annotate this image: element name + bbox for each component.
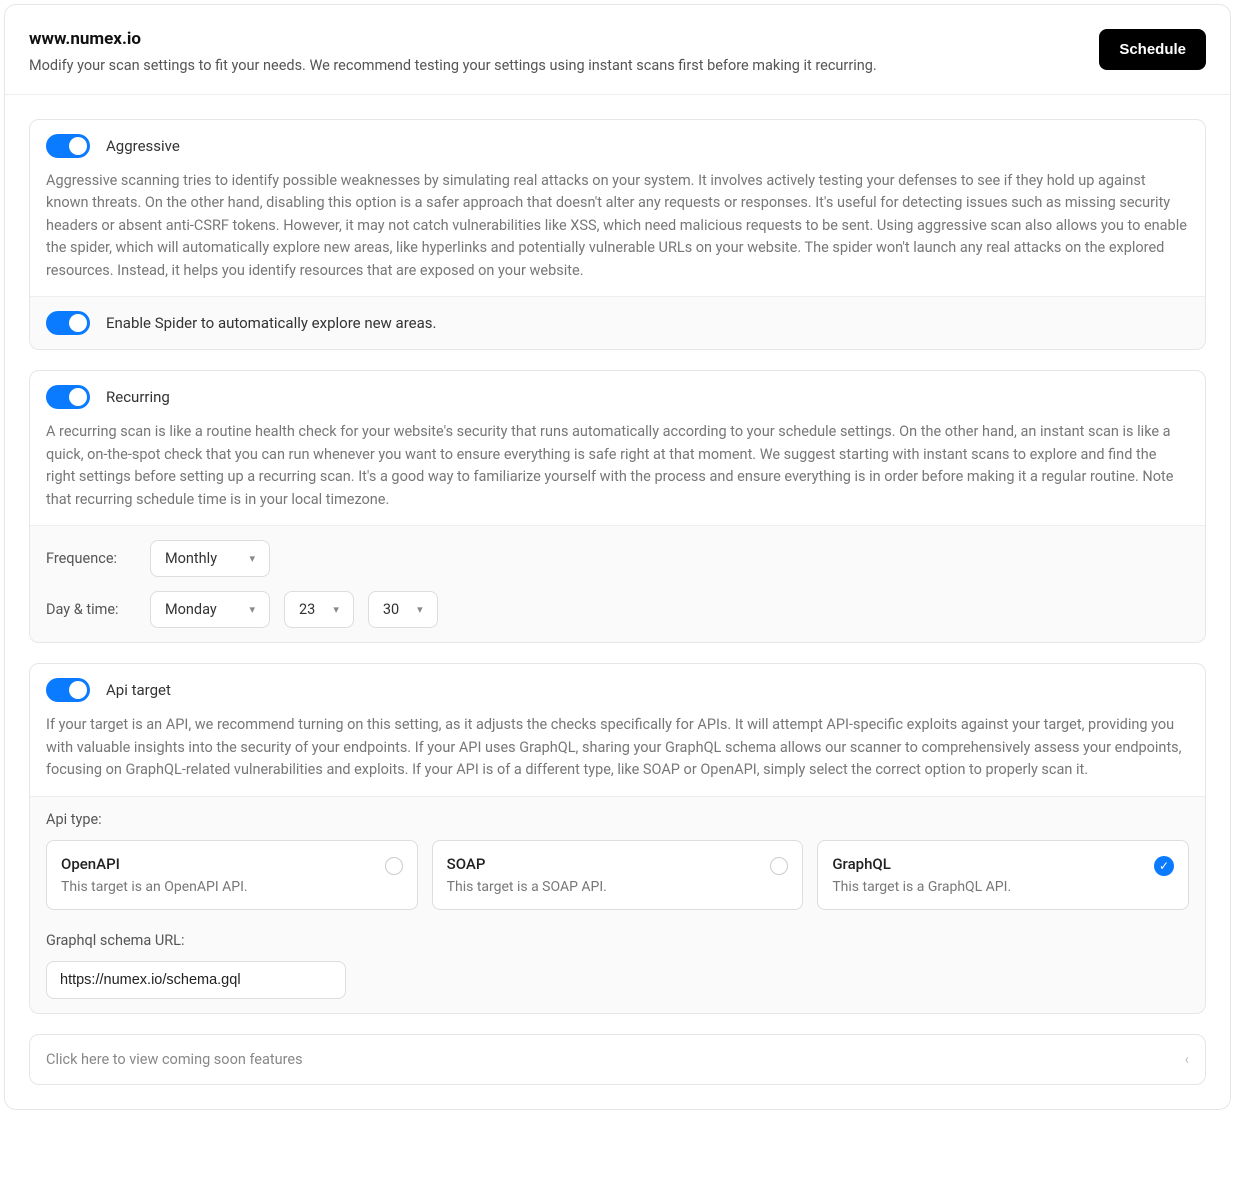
frequence-select[interactable]: Monthly ▾ xyxy=(150,540,270,577)
recurring-toggle[interactable] xyxy=(46,385,90,409)
recurring-card: Recurring A recurring scan is like a rou… xyxy=(29,370,1206,643)
api-type-label: Api type: xyxy=(46,811,1189,828)
chevron-down-icon: ▾ xyxy=(417,603,423,616)
aggressive-toggle[interactable] xyxy=(46,134,90,158)
spider-label: Enable Spider to automatically explore n… xyxy=(106,314,436,332)
recurring-description: A recurring scan is like a routine healt… xyxy=(46,421,1189,511)
aggressive-label: Aggressive xyxy=(106,137,180,155)
graphql-schema-label: Graphql schema URL: xyxy=(46,932,1189,949)
graphql-schema-input[interactable] xyxy=(46,961,346,999)
api-option-sub: This target is a GraphQL API. xyxy=(832,879,1011,895)
api-option-openapi[interactable]: OpenAPI This target is an OpenAPI API. xyxy=(46,840,418,910)
minute-value: 30 xyxy=(383,601,399,618)
schedule-button[interactable]: Schedule xyxy=(1099,29,1206,70)
page-subtitle: Modify your scan settings to fit your ne… xyxy=(29,57,1099,74)
page-header: www.numex.io Modify your scan settings t… xyxy=(5,5,1230,95)
api-option-graphql[interactable]: GraphQL This target is a GraphQL API. ✓ xyxy=(817,840,1189,910)
radio-unchecked-icon xyxy=(770,857,788,875)
aggressive-card: Aggressive Aggressive scanning tries to … xyxy=(29,119,1206,350)
day-select[interactable]: Monday ▾ xyxy=(150,591,270,628)
api-option-title: OpenAPI xyxy=(61,855,248,873)
spider-toggle[interactable] xyxy=(46,311,90,335)
frequence-label: Frequence: xyxy=(46,550,136,567)
api-target-card: Api target If your target is an API, we … xyxy=(29,663,1206,1013)
api-target-description: If your target is an API, we recommend t… xyxy=(46,714,1189,781)
recurring-label: Recurring xyxy=(106,388,170,406)
radio-unchecked-icon xyxy=(385,857,403,875)
api-option-title: GraphQL xyxy=(832,855,1011,873)
chevron-down-icon: ▾ xyxy=(333,603,339,616)
coming-soon-label: Click here to view coming soon features xyxy=(46,1051,303,1068)
chevron-left-icon: ‹ xyxy=(1185,1051,1189,1068)
chevron-down-icon: ▾ xyxy=(249,603,255,616)
aggressive-description: Aggressive scanning tries to identify po… xyxy=(46,170,1189,282)
api-option-sub: This target is a SOAP API. xyxy=(447,879,607,895)
frequence-value: Monthly xyxy=(165,550,217,567)
api-option-title: SOAP xyxy=(447,855,607,873)
minute-select[interactable]: 30 ▾ xyxy=(368,591,438,628)
radio-checked-icon: ✓ xyxy=(1154,856,1174,876)
hour-select[interactable]: 23 ▾ xyxy=(284,591,354,628)
api-target-label: Api target xyxy=(106,681,171,699)
hour-value: 23 xyxy=(299,601,315,618)
chevron-down-icon: ▾ xyxy=(249,552,255,565)
day-value: Monday xyxy=(165,601,217,618)
api-target-toggle[interactable] xyxy=(46,678,90,702)
api-option-soap[interactable]: SOAP This target is a SOAP API. xyxy=(432,840,804,910)
daytime-label: Day & time: xyxy=(46,601,136,618)
coming-soon-toggle[interactable]: Click here to view coming soon features … xyxy=(29,1034,1206,1085)
page-title: www.numex.io xyxy=(29,29,1099,49)
api-option-sub: This target is an OpenAPI API. xyxy=(61,879,248,895)
